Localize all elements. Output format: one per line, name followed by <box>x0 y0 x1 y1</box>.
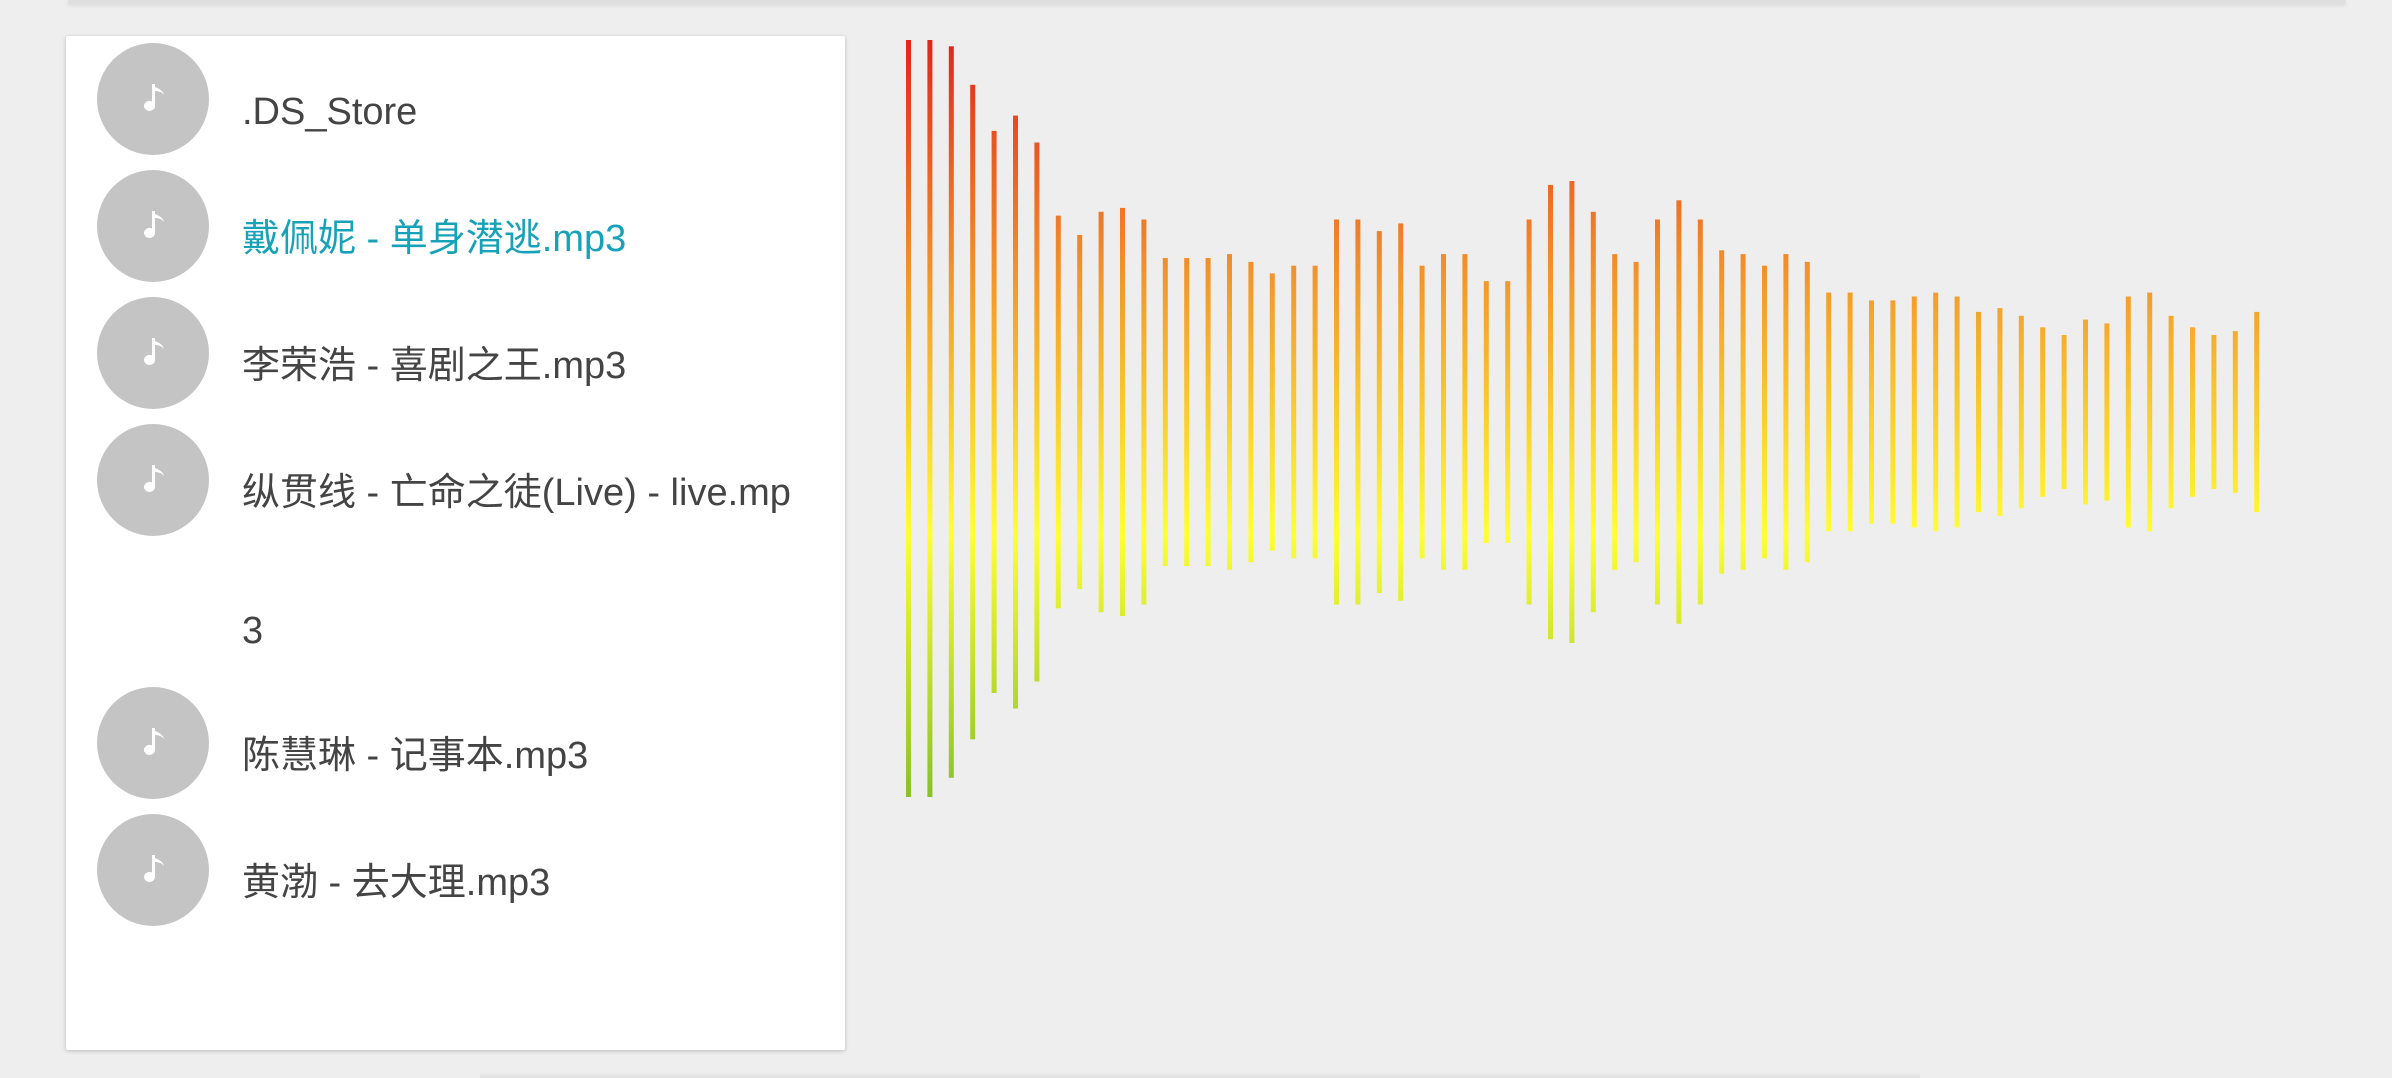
visualizer-bar <box>1398 223 1404 601</box>
visualizer-bar <box>1783 254 1789 570</box>
track-avatar <box>97 814 209 926</box>
visualizer-bar <box>927 40 933 797</box>
playlist-item[interactable]: 黄渤 - 去大理.mp3 <box>66 814 845 954</box>
visualizer-bar <box>1355 219 1361 605</box>
track-name: 李荣浩 - 喜剧之王.mp3 <box>242 345 627 387</box>
music-note-icon <box>144 338 164 365</box>
visualizer-bar <box>1419 265 1425 559</box>
visualizer-bar <box>906 40 911 797</box>
visualizer-bar <box>1505 281 1511 543</box>
visualizer-bar <box>2232 331 2238 493</box>
top-bar <box>68 0 2346 3</box>
track-avatar <box>97 297 209 409</box>
visualizer-bar <box>1227 254 1232 570</box>
visualizer-bar <box>1013 115 1018 709</box>
visualizer-bar <box>1869 300 1874 524</box>
visualizer-bar <box>1120 207 1125 616</box>
visualizer-bar <box>1804 261 1810 563</box>
visualizer-bar <box>1548 184 1553 640</box>
visualizer-bar <box>2254 311 2260 513</box>
visualizer-bar <box>1740 254 1746 570</box>
visualizer-bar <box>1569 181 1575 643</box>
visualizer-bar <box>1141 219 1147 605</box>
visualizer-bar <box>1483 281 1489 543</box>
visualizer-bar <box>1098 211 1104 613</box>
visualizer-bar <box>1590 211 1596 613</box>
visualizer-bar <box>1162 258 1168 566</box>
visualizer-bar <box>1997 308 2003 516</box>
visualizer-bar <box>2040 327 2046 497</box>
visualizer-bar <box>1976 311 1981 513</box>
visualizer-bar <box>2104 323 2110 501</box>
visualizer-bar <box>1291 265 1297 559</box>
visualizer-bar <box>1205 258 1211 566</box>
visualizer-bar <box>2190 327 2195 497</box>
visualizer-bar <box>2125 296 2131 528</box>
visualizer-bar <box>1526 219 1532 605</box>
music-note-icon <box>144 465 164 492</box>
visualizer-bar <box>991 130 997 693</box>
music-note-icon <box>144 211 164 238</box>
visualizer-bar <box>1676 200 1682 624</box>
visualizer-bar <box>1719 250 1725 574</box>
visualizer-bar <box>1911 296 1917 528</box>
visualizer-bar <box>1762 265 1767 559</box>
playlist-item[interactable]: 陈慧琳 - 记事本.mp3 <box>66 687 845 827</box>
track-name: 纵贯线 - 亡命之徒(Live) - live.mp3 <box>242 472 791 652</box>
visualizer-bar <box>1890 300 1896 524</box>
visualizer-bar <box>1269 273 1275 551</box>
music-note-icon <box>144 855 164 882</box>
track-avatar <box>97 43 209 155</box>
music-note-icon <box>144 728 164 755</box>
visualizer-bar <box>2211 335 2217 489</box>
visualizer-bar <box>1462 254 1468 570</box>
visualizer-bar <box>2061 335 2067 489</box>
visualizer-bar <box>1697 219 1703 605</box>
music-note-icon <box>144 84 164 111</box>
visualizer-bar <box>1248 261 1254 563</box>
visualizer-bar <box>1184 258 1190 566</box>
visualizer-bar <box>1826 292 1832 532</box>
track-name: 陈慧琳 - 记事本.mp3 <box>242 735 589 777</box>
track-avatar <box>97 424 209 536</box>
visualizer-bar <box>1847 292 1853 532</box>
visualizer-bar <box>1034 142 1040 682</box>
visualizer-bar <box>2083 319 2088 505</box>
audio-visualizer <box>906 40 2260 797</box>
visualizer-bar <box>970 84 976 740</box>
bottom-shadow <box>480 1072 1920 1078</box>
visualizer-bar <box>1312 265 1318 559</box>
visualizer-bar <box>948 46 954 778</box>
track-name: 黄渤 - 去大理.mp3 <box>242 862 551 904</box>
playlist-item-playing[interactable]: 戴佩妮 - 单身潜逃.mp3 <box>66 170 845 310</box>
visualizer-bar <box>1633 261 1639 563</box>
playlist-item[interactable]: .DS_Store <box>66 43 845 183</box>
track-name: .DS_Store <box>242 91 418 133</box>
visualizer-bar <box>1655 219 1660 605</box>
playlist: .DS_Store 戴佩妮 - 单身潜逃.mp3 李荣浩 - 喜剧之王.mp3 … <box>66 36 845 1050</box>
track-name: 戴佩妮 - 单身潜逃.mp3 <box>242 218 627 260</box>
visualizer-bar <box>1077 234 1083 590</box>
visualizer-bar <box>2018 315 2024 509</box>
visualizer-bar <box>2168 315 2174 509</box>
visualizer-bar <box>1055 215 1061 609</box>
playlist-item[interactable]: 李荣浩 - 喜剧之王.mp3 <box>66 297 845 437</box>
visualizer-bar <box>1334 219 1339 605</box>
visualizer-bar <box>1612 254 1618 570</box>
track-avatar <box>97 687 209 799</box>
visualizer-bar <box>2147 292 2153 532</box>
visualizer-bar <box>1954 296 1960 528</box>
track-avatar <box>97 170 209 282</box>
visualizer-bar <box>1933 292 1939 532</box>
visualizer-bar <box>1376 231 1382 593</box>
visualizer-bar <box>1441 254 1446 570</box>
playlist-item[interactable]: 纵贯线 - 亡命之徒(Live) - live.mp3 <box>66 424 845 700</box>
visualizer-bars <box>906 40 2260 797</box>
